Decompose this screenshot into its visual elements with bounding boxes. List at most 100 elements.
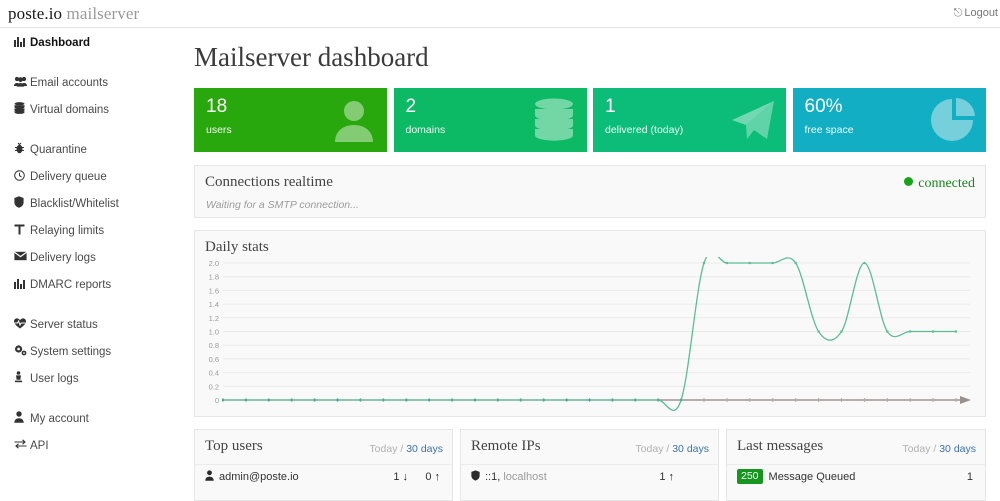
last-messages-panel: Last messages Today / 30 days 250 Message Q…	[726, 429, 986, 501]
gears-icon	[14, 344, 30, 359]
sidebar-item-relaying-limits[interactable]: Relaying limits	[0, 217, 180, 244]
stat-card-domains[interactable]: 2 domains	[393, 88, 587, 152]
brand-main: poste.io	[8, 4, 63, 23]
sidebar-item-label: System settings	[30, 345, 112, 358]
daily-stats-chart[interactable]: 0 0.2 0.4 0.6 0.8 1.0 1.2 1.4 1.6 1.8 2.0	[195, 252, 987, 417]
users-icon	[14, 76, 30, 90]
stat-card-label: free space	[804, 124, 854, 136]
sidebar-item-system-settings[interactable]: System settings	[0, 338, 180, 365]
range-today[interactable]: Today	[902, 443, 930, 455]
svg-text:0: 0	[215, 396, 219, 405]
sidebar-item-dashboard[interactable]: Dashboard	[0, 29, 180, 56]
stat-card-label: domains	[405, 124, 446, 136]
arrow-up-icon: ↑	[434, 470, 441, 483]
range-30-days[interactable]: 30 days	[406, 443, 443, 455]
panel-title: Last messages	[737, 438, 824, 454]
user-icon	[331, 98, 377, 142]
logout-button[interactable]: ⎋ Logout	[954, 7, 998, 20]
row-count-in: 1 ↑	[636, 471, 674, 483]
range-separator: /	[400, 443, 404, 455]
sidebar-item-quarantine[interactable]: Quarantine	[0, 136, 180, 163]
stat-card-value: 1	[605, 96, 616, 117]
sidebar-item-dmarc-reports[interactable]: DMARC reports	[0, 271, 180, 298]
range-30-days[interactable]: 30 days	[939, 443, 976, 455]
top-bar: poste.io mailserver ⎋ Logout	[0, 0, 1000, 28]
stat-cards: 18 users 2 domains 1 delivered (today) 60% free…	[194, 88, 986, 152]
database-icon	[14, 102, 30, 117]
shield-icon	[471, 469, 480, 484]
row-count-in-value: 1	[393, 470, 400, 483]
sidebar-item-label: Dashboard	[30, 36, 91, 49]
sidebar-item-delivery-queue[interactable]: Delivery queue	[0, 163, 180, 190]
table-row[interactable]: ::1, localhost 1 ↑	[461, 464, 718, 488]
sidebar-item-blacklist-whitelist[interactable]: Blacklist/Whitelist	[0, 190, 180, 217]
stat-card-users[interactable]: 18 users	[194, 88, 387, 152]
sidebar-item-my-account[interactable]: My account	[0, 405, 180, 432]
sidebar-item-label: Blacklist/Whitelist	[30, 197, 119, 210]
range-30-days[interactable]: 30 days	[672, 443, 709, 455]
row-label-main: ::1,	[485, 470, 501, 483]
row-count-out: 0 ↑	[408, 471, 452, 483]
person-log-icon	[14, 371, 30, 386]
range-today[interactable]: Today	[635, 443, 663, 455]
sidebar-item-label: Relaying limits	[30, 224, 105, 237]
sidebar-item-server-status[interactable]: Server status	[0, 311, 180, 338]
range-today[interactable]: Today	[369, 443, 397, 455]
svg-text:1.8: 1.8	[209, 273, 219, 282]
remote-ips-panel: Remote IPs Today / 30 days::1, localhost 1…	[460, 429, 719, 501]
sidebar-item-label: My account	[30, 412, 89, 425]
bar-chart-icon	[14, 36, 30, 50]
sidebar-divider	[0, 298, 180, 311]
main-content: Mailserver dashboard 18 users 2 domains 1 del…	[180, 29, 1000, 501]
sidebar-item-virtual-domains[interactable]: Virtual domains	[0, 96, 180, 123]
stat-card-label: users	[206, 124, 232, 136]
sidebar-divider	[0, 392, 180, 405]
table-row[interactable]: admin@poste.io 1 ↓ 0 ↑	[195, 464, 452, 488]
row-count-out-value: 0	[425, 470, 432, 483]
paper-plane-icon	[730, 98, 776, 142]
sidebar-divider	[0, 123, 180, 136]
svg-text:1.2: 1.2	[209, 314, 219, 323]
connections-waiting-text: Waiting for a SMTP connection...	[206, 199, 359, 211]
sidebar-item-label: Server status	[30, 318, 98, 331]
svg-text:0.2: 0.2	[209, 382, 219, 391]
connections-title: Connections realtime	[205, 174, 333, 190]
panel-title: Remote IPs	[471, 438, 541, 454]
page-title: Mailserver dashboard	[194, 42, 429, 72]
bar-chart-icon	[14, 278, 30, 292]
sidebar-item-user-logs[interactable]: User logs	[0, 365, 180, 392]
row-count-out	[674, 471, 718, 483]
connections-panel: Connections realtime connected Waiting f…	[194, 165, 986, 218]
chart-svg: 0 0.2 0.4 0.6 0.8 1.0 1.2 1.4 1.6 1.8 2.0	[209, 252, 971, 411]
brand-logo[interactable]: poste.io mailserver	[8, 4, 139, 24]
status-dot-icon	[904, 177, 914, 186]
svg-text:0.6: 0.6	[209, 355, 219, 364]
row-label: ::1, localhost	[485, 471, 636, 483]
table-row[interactable]: 250 Message Queued 1	[727, 464, 985, 488]
sidebar-item-api[interactable]: API	[0, 432, 180, 459]
svg-text:2.0: 2.0	[209, 259, 219, 268]
pie-chart-icon	[930, 97, 976, 142]
logout-label: Logout	[964, 7, 998, 19]
sidebar-item-label: Delivery logs	[30, 251, 96, 264]
sidebar-item-delivery-logs[interactable]: Delivery logs	[0, 244, 180, 271]
shield-icon	[14, 196, 30, 211]
svg-text:0.8: 0.8	[209, 341, 219, 350]
panel-title: Top users	[205, 438, 263, 454]
sidebar-item-label: Delivery queue	[30, 170, 107, 183]
sidebar-item-label: Email accounts	[30, 76, 108, 89]
svg-text:0.4: 0.4	[209, 369, 219, 378]
stat-card-delivered-today[interactable]: 1 delivered (today)	[593, 88, 786, 152]
sidebar-item-label: DMARC reports	[30, 278, 112, 291]
sidebar-item-label: Virtual domains	[30, 103, 110, 116]
envelope-icon	[14, 251, 30, 264]
range-toggle: Today / 30 days	[902, 443, 976, 455]
daily-stats-panel: Daily stats 0 0.2 0.4 0.6 0.8 1.0 1.2 1.4 1.6 1.8…	[194, 230, 986, 417]
range-separator: /	[933, 443, 937, 455]
power-icon: ⎋	[953, 7, 963, 19]
row-label-muted: localhost	[500, 470, 547, 483]
user-icon	[14, 411, 30, 426]
sidebar-item-email-accounts[interactable]: Email accounts	[0, 69, 180, 96]
stat-card-free-space[interactable]: 60% free space	[792, 88, 986, 152]
range-toggle: Today / 30 days	[635, 443, 709, 455]
